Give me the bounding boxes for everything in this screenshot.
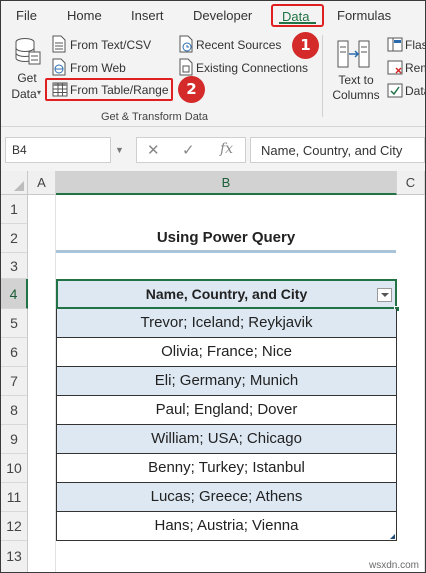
formula-input[interactable]: Name, Country, and City bbox=[250, 137, 425, 163]
tab-file[interactable]: File bbox=[16, 8, 37, 23]
existing-connections-icon bbox=[179, 58, 193, 76]
from-web-label: From Web bbox=[70, 61, 126, 75]
tab-home[interactable]: Home bbox=[67, 8, 102, 23]
table-row[interactable]: Trevor; Iceland; Reykjavik bbox=[56, 309, 397, 338]
row-header-2[interactable]: 2 bbox=[1, 224, 28, 253]
tab-insert[interactable]: Insert bbox=[131, 8, 164, 23]
data-table: Name, Country, and City Trevor; Iceland;… bbox=[56, 279, 400, 541]
group-divider bbox=[322, 35, 323, 117]
chevron-down-icon: ▾ bbox=[37, 88, 42, 97]
text-to-columns-icon bbox=[337, 40, 370, 68]
table-row[interactable]: Olivia; France; Nice bbox=[56, 338, 397, 367]
from-text-csv-label: From Text/CSV bbox=[70, 38, 152, 52]
recent-sources-icon bbox=[179, 35, 193, 53]
watermark: wsxdn.com bbox=[368, 560, 419, 571]
formula-bar-buttons: ✕ ✓ fx bbox=[136, 137, 246, 163]
row-header-13[interactable]: 13 bbox=[1, 541, 28, 572]
tab-formulas[interactable]: Formulas bbox=[337, 8, 391, 23]
text-to-columns-label-line1: Text to bbox=[338, 73, 374, 87]
select-all-button[interactable] bbox=[1, 171, 28, 195]
table-row[interactable]: Benny; Turkey; Istanbul bbox=[56, 454, 397, 483]
tab-developer[interactable]: Developer bbox=[193, 8, 252, 23]
existing-connections-label: Existing Connections bbox=[196, 61, 309, 75]
remove-duplicates-label: Rem bbox=[405, 61, 425, 75]
web-icon bbox=[52, 58, 66, 76]
excel-window: File Home Insert Developer Data Formulas… bbox=[0, 0, 426, 573]
row-header-5[interactable]: 5 bbox=[1, 309, 28, 338]
column-header-c[interactable]: C bbox=[397, 171, 425, 195]
ribbon-tab-bar: File Home Insert Developer Data Formulas bbox=[1, 1, 425, 29]
get-data-label-line1: Get bbox=[17, 71, 37, 85]
table-header-label: Name, Country, and City bbox=[145, 286, 308, 302]
flash-fill-label: Flas bbox=[405, 38, 426, 52]
database-icon bbox=[15, 38, 41, 65]
row-header-12[interactable]: 12 bbox=[1, 512, 28, 541]
row-header-8[interactable]: 8 bbox=[1, 396, 28, 425]
title-underline bbox=[56, 250, 396, 253]
recent-sources-label: Recent Sources bbox=[196, 38, 282, 52]
table-icon bbox=[52, 82, 68, 97]
row-header-6[interactable]: 6 bbox=[1, 338, 28, 367]
table-row[interactable]: Paul; England; Dover bbox=[56, 396, 397, 425]
text-file-icon bbox=[52, 35, 66, 53]
row-header-10[interactable]: 10 bbox=[1, 454, 28, 483]
table-row[interactable]: Lucas; Greece; Athens bbox=[56, 483, 397, 512]
row-header-3[interactable]: 3 bbox=[1, 253, 28, 279]
column-c-cells[interactable] bbox=[397, 195, 425, 572]
from-table-range-label: From Table/Range bbox=[70, 83, 169, 97]
enter-icon[interactable]: ✓ bbox=[182, 141, 195, 159]
group-label-get-transform: Get & Transform Data bbox=[101, 111, 208, 123]
formula-bar: B4 ▼ ✕ ✓ fx Name, Country, and City bbox=[1, 127, 425, 171]
table-resize-handle[interactable] bbox=[390, 534, 395, 539]
data-validation-label: Data bbox=[405, 84, 425, 98]
data-validation-icon bbox=[387, 83, 403, 98]
name-box-chevron-icon[interactable]: ▼ bbox=[115, 145, 124, 155]
worksheet-grid[interactable]: A B C 1 2 3 4 5 6 7 8 9 10 11 12 13 Usin… bbox=[1, 171, 425, 572]
row-header-7[interactable]: 7 bbox=[1, 367, 28, 396]
name-box[interactable]: B4 bbox=[5, 137, 111, 163]
filter-dropdown-icon[interactable] bbox=[377, 288, 392, 302]
remove-duplicates-icon bbox=[387, 60, 403, 75]
column-a-cells[interactable] bbox=[28, 195, 56, 572]
row-header-11[interactable]: 11 bbox=[1, 483, 28, 512]
ribbon-data-tab: 1 Get Data ▾ From Text/CSV From Web From… bbox=[1, 29, 425, 127]
step-badge-2: 2 bbox=[178, 76, 205, 103]
row-header-1[interactable]: 1 bbox=[1, 195, 28, 224]
sheet-title[interactable]: Using Power Query bbox=[56, 226, 396, 250]
cancel-icon[interactable]: ✕ bbox=[147, 141, 160, 159]
table-row[interactable]: William; USA; Chicago bbox=[56, 425, 397, 454]
from-table-range-button[interactable]: From Table/Range bbox=[45, 78, 173, 101]
table-row[interactable]: Eli; Germany; Munich bbox=[56, 367, 397, 396]
row-header-4[interactable]: 4 bbox=[1, 279, 28, 309]
step-badge-1: 1 bbox=[292, 32, 319, 59]
text-to-columns-label-line2: Columns bbox=[332, 88, 380, 102]
row-header-9[interactable]: 9 bbox=[1, 425, 28, 454]
insert-function-icon[interactable]: fx bbox=[220, 141, 233, 157]
table-row-label: Hans; Austria; Vienna bbox=[154, 517, 299, 534]
column-header-b[interactable]: B bbox=[56, 171, 397, 195]
column-header-a[interactable]: A bbox=[28, 171, 56, 195]
flash-fill-icon bbox=[387, 37, 403, 52]
table-row[interactable]: Hans; Austria; Vienna bbox=[56, 512, 397, 541]
table-header-cell[interactable]: Name, Country, and City bbox=[56, 279, 400, 312]
tab-data-label: Data bbox=[282, 9, 310, 24]
tab-data[interactable]: Data bbox=[271, 4, 324, 27]
